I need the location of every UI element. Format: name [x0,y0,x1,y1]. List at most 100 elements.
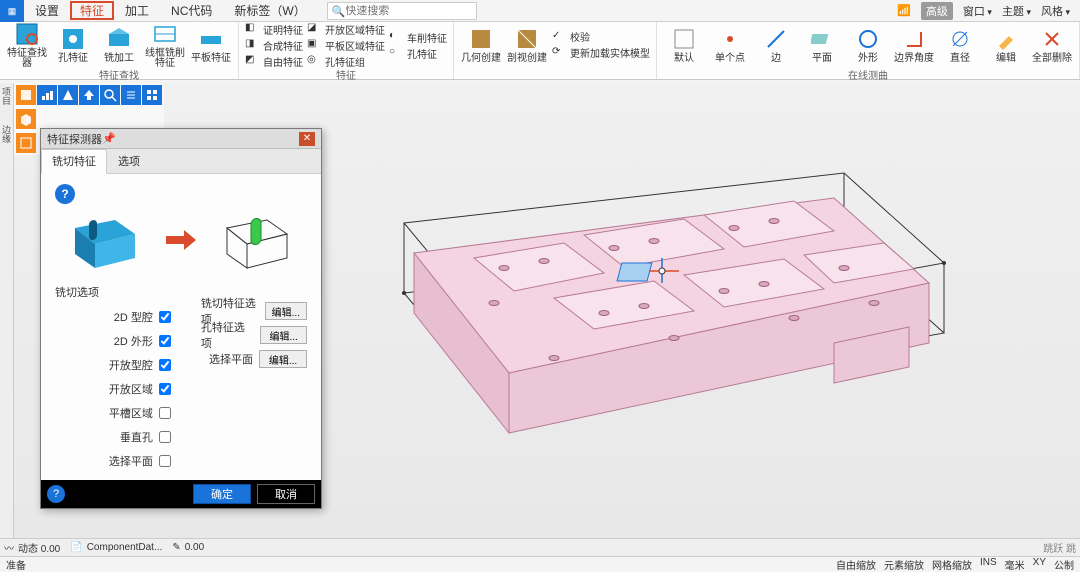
dialog-tabs: 铣切特征 选项 [41,149,321,174]
diameter-button[interactable]: 直径 [939,26,981,64]
feature-detector-dialog: 特征探测器 📌 ✕ 铣切特征 选项 ? 铣切选项 2D 型腔 2D 外形 开放型… [40,128,322,509]
synth-feature-button[interactable]: ◨合成特征 [245,38,303,52]
search-icon: 🔍 [332,5,346,18]
ribbon-group-probe: 默认 单个点 边 平面 外形 边界角度 直径 编辑 全部删除 在线测曲 [657,22,1080,79]
opt-2d-profile-checkbox[interactable] [159,335,171,347]
select-plane-options-label: 选择平面 [209,351,253,367]
free-feature-button[interactable]: ◩自由特征 [245,54,303,68]
dialog-body: ? 铣切选项 2D 型腔 2D 外形 开放型腔 开放区域 平槽区域 垂直孔 选择… [41,174,321,480]
ribbon: 特征查找器 孔特征 铣加工 线框铣削特征 平板特征 特征查找 [0,22,1080,80]
single-point-button[interactable]: 单个点 [709,26,751,64]
hole-feature-button[interactable]: 孔特征 [52,26,94,64]
unit-indicator: 毫米 [1005,557,1025,572]
menu-machining[interactable]: 加工 [114,1,160,20]
wifi-icon: 📶 [897,4,911,17]
plate-feature-button[interactable]: 平板特征 [190,26,232,64]
geo-create-button[interactable]: 几何创建 [460,26,502,64]
feature-finder-button[interactable]: 特征查找器 [6,21,48,69]
hole-feature-options-label: 孔特征选项 [201,319,254,351]
model-3d [354,143,974,453]
pin-icon[interactable]: 📌 [102,132,116,145]
rail-tab-2[interactable]: 边缘 [0,125,13,143]
opt-select-plane-checkbox[interactable] [159,455,171,467]
wireframe-mill-button[interactable]: 线框铣削特征 [144,21,186,69]
outline-button[interactable]: 外形 [847,26,889,64]
hole-group-button[interactable]: ◎孔特征组 [307,54,385,68]
opt-2d-pocket-checkbox[interactable] [159,311,171,323]
delete-all-button[interactable]: 全部删除 [1031,26,1073,64]
menu-bar: ▦ 设置 特征 加工 NC代码 新标签（W） 🔍 📶 高级 窗口 主题 风格 [0,0,1080,22]
mill-button[interactable]: 铣加工 [98,26,140,64]
close-icon[interactable]: ✕ [299,132,315,146]
opt-select-plane-label: 选择平面 [109,453,153,469]
search-input[interactable] [345,5,465,17]
opt-open-region-checkbox[interactable] [159,383,171,395]
opt-flat-region-label: 平槽区域 [109,405,153,421]
edit-mill-options-button[interactable]: 编辑... [265,302,307,320]
turn-feature-button[interactable]: ◐车削特征 [389,30,447,44]
opt-open-pocket-label: 开放型腔 [109,357,153,373]
reload-model-button[interactable]: ⟳更新加载实体模型 [552,46,650,60]
metric-indicator: 公制 [1054,557,1074,572]
dialog-titlebar[interactable]: 特征探测器 📌 ✕ [41,129,321,149]
statusbar-lower: 准备 自由缩放 元素缩放 网格缩放 INS 毫米 XY 公制 [0,556,1080,572]
menu-right: 📶 高级 窗口 主题 风格 [897,0,1080,21]
menu-settings[interactable]: 设置 [24,1,70,20]
opt-vertical-hole-label: 垂直孔 [120,429,153,445]
dialog-preview [55,204,307,284]
menu-nc-code[interactable]: NC代码 [160,1,223,20]
ins-indicator: INS [980,557,997,572]
verify-button[interactable]: ✓校验 [552,30,650,44]
help-icon[interactable]: ? [55,184,75,204]
open-region-feature-button[interactable]: ◪开放区域特征 [307,22,385,36]
section-create-button[interactable]: 剖视创建 [506,26,548,64]
dialog-title: 特征探测器 [47,131,102,147]
ribbon-group-label: 特征查找 [0,67,238,79]
opt-2d-pocket-label: 2D 型腔 [114,309,153,325]
footer-help-icon[interactable]: ? [47,485,65,503]
ribbon-group-label-4: 在线测曲 [657,67,1079,79]
tab-mill-features[interactable]: 铣切特征 [41,149,107,174]
rail-tab-1[interactable]: 项目 [0,87,13,105]
mill-options-label: 铣切选项 [55,284,171,300]
opt-flat-region-checkbox[interactable] [159,407,171,419]
plane-button[interactable]: 平面 [801,26,843,64]
advanced-chip[interactable]: 高级 [921,2,953,20]
ok-button[interactable]: 确定 [193,484,251,504]
status-right-text: 跳跃 跳 [1043,540,1076,555]
grid-zoom[interactable]: 网格缩放 [932,557,972,572]
document-tab[interactable]: 📄 ComponentDat... [70,542,162,553]
element-zoom[interactable]: 元素缩放 [884,557,924,572]
menu-search[interactable]: 🔍 [327,2,477,20]
boundary-angle-button[interactable]: 边界角度 [893,26,935,64]
value-field[interactable]: ✎ 0.00 [172,542,204,553]
plane-indicator: XY [1033,557,1046,572]
menu-features[interactable]: 特征 [70,1,114,20]
left-rail: 项目 边缘 [0,83,14,538]
dynamic-status[interactable]: 〰 动态 0.00 [4,540,60,555]
plate-region-button[interactable]: ▣平板区域特征 [307,38,385,52]
app-icon[interactable]: ▦ [0,0,24,22]
theme-dropdown[interactable]: 主题 [1002,3,1031,19]
opt-open-pocket-checkbox[interactable] [159,359,171,371]
hole-feature2-button[interactable]: ○孔特征 [389,46,447,60]
opt-2d-profile-label: 2D 外形 [114,333,153,349]
ready-status: 准备 [6,557,26,572]
window-dropdown[interactable]: 窗口 [963,3,992,19]
edit-button[interactable]: 编辑 [985,26,1027,64]
edit-hole-options-button[interactable]: 编辑... [260,326,307,344]
tab-options[interactable]: 选项 [107,149,151,173]
ribbon-group-geometry: 几何创建 剖视创建 ✓校验 ⟳更新加载实体模型 [454,22,657,79]
default-button[interactable]: 默认 [663,26,705,64]
menu-new-tab[interactable]: 新标签（W） [223,1,316,20]
free-zoom[interactable]: 自由缩放 [836,557,876,572]
statusbar-upper: 〰 动态 0.00 📄 ComponentDat... ✎ 0.00 跳跃 跳 [0,538,1080,556]
dialog-footer: ? 确定 取消 [41,480,321,508]
edge-button[interactable]: 边 [755,26,797,64]
cancel-button[interactable]: 取消 [257,484,315,504]
opt-vertical-hole-checkbox[interactable] [159,431,171,443]
edit-plane-button[interactable]: 编辑... [259,350,307,368]
style-dropdown[interactable]: 风格 [1041,3,1070,19]
prove-feature-button[interactable]: ◧证明特征 [245,22,303,36]
arrow-icon [166,230,196,250]
